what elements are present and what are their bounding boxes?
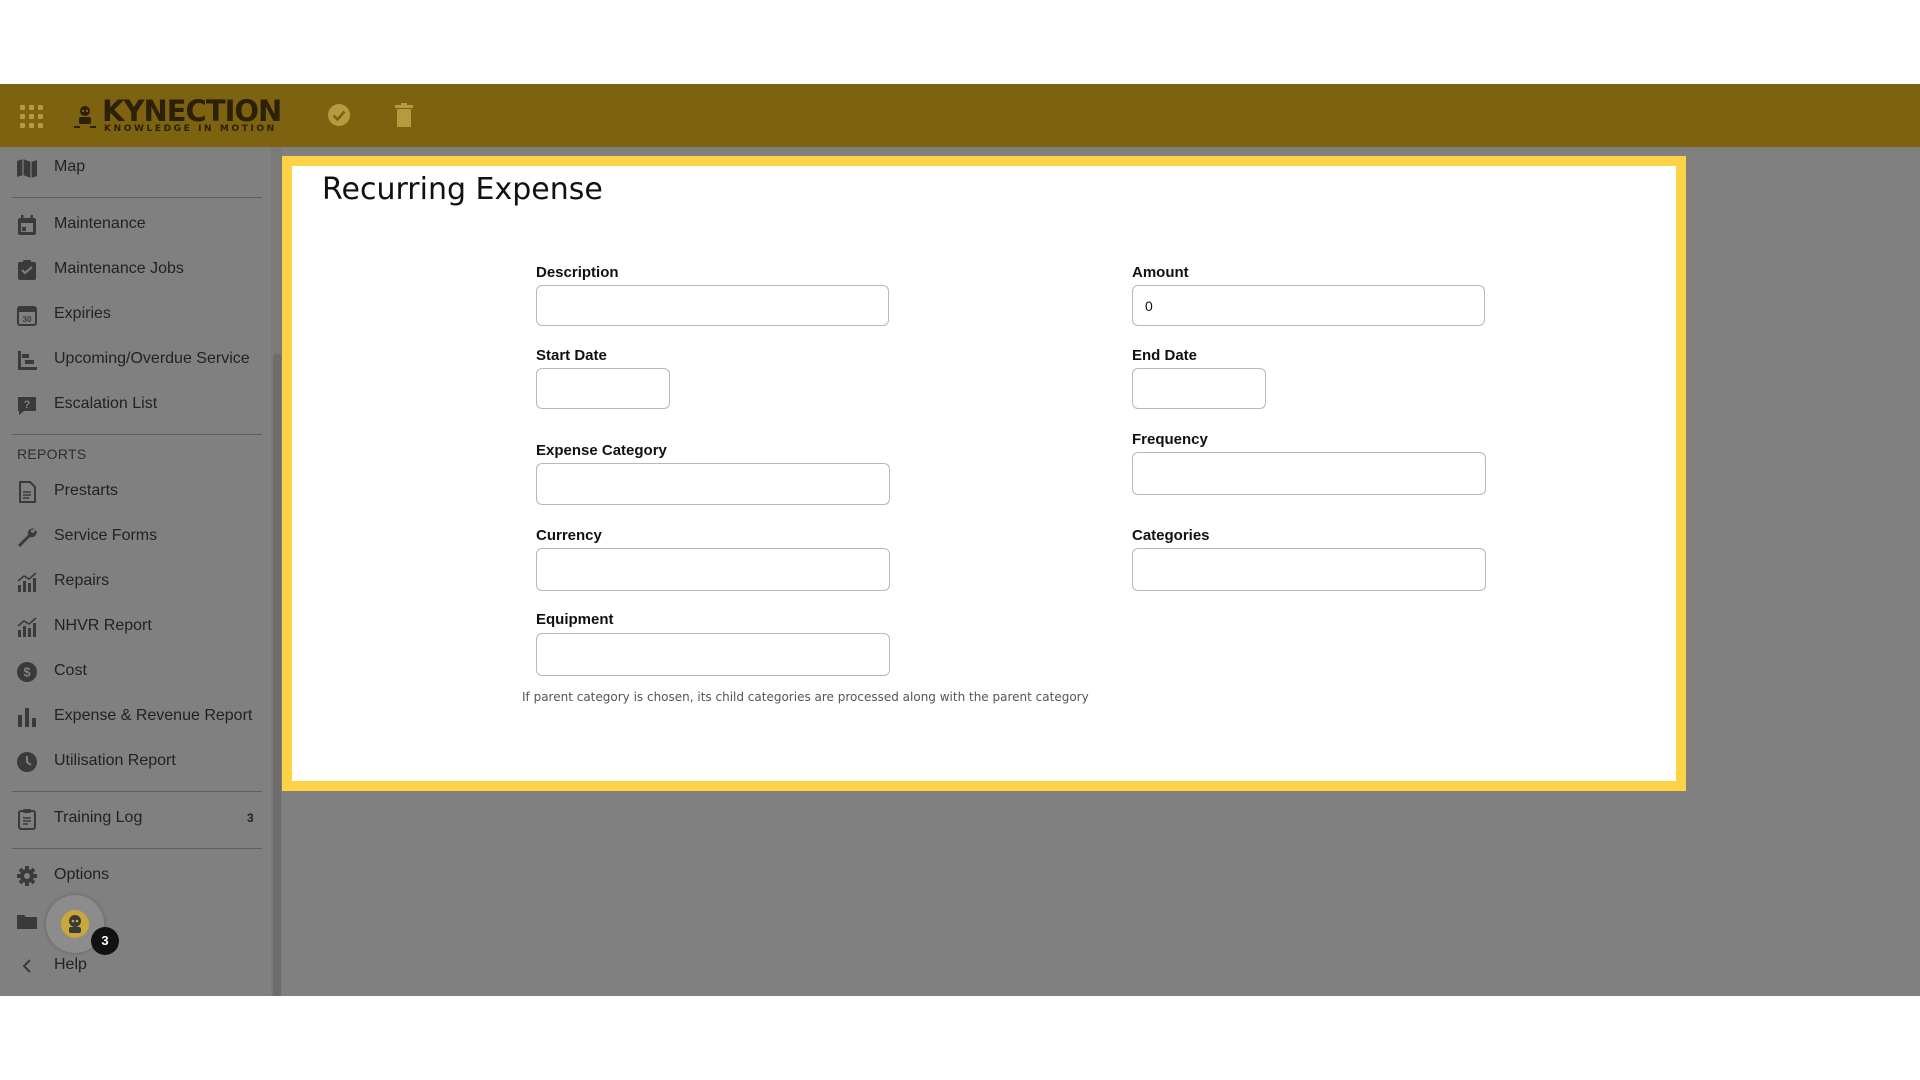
svg-text:30: 30 xyxy=(23,315,32,324)
document-icon xyxy=(19,481,36,503)
sidebar-item-upcoming-overdue[interactable]: Upcoming/Overdue Service xyxy=(0,339,262,379)
check-circle-icon[interactable] xyxy=(327,103,351,127)
apps-grid-icon[interactable] xyxy=(20,105,44,129)
equipment-input[interactable] xyxy=(536,633,890,676)
calendar-30-icon: 30 xyxy=(17,306,37,326)
sidebar-item-label: Utilisation Report xyxy=(54,752,176,769)
currency-label: Currency xyxy=(536,527,602,544)
sidebar-item-label: Training Log xyxy=(54,809,143,826)
sidebar-item-label: Maintenance Jobs xyxy=(54,260,184,277)
sidebar-item-prestarts[interactable]: Prestarts xyxy=(0,471,262,511)
svg-text:$: $ xyxy=(23,665,31,680)
currency-input[interactable] xyxy=(536,548,890,591)
app-window: KYNECTION KNOWLEDGE IN MOTION Map Mainte… xyxy=(0,84,1920,996)
sidebar-item-label: Upcoming/Overdue Service xyxy=(54,350,250,367)
robot-icon xyxy=(61,910,89,938)
divider xyxy=(12,791,262,792)
start-date-label: Start Date xyxy=(536,347,607,364)
start-date-input[interactable] xyxy=(536,368,670,409)
sidebar-item-files[interactable] xyxy=(0,900,262,940)
chart-icon xyxy=(17,617,37,637)
highlight-frame: Recurring Expense Description Amount Sta… xyxy=(282,156,1686,791)
sidebar-item-options[interactable]: Options xyxy=(0,855,262,895)
brand-logo[interactable]: KYNECTION KNOWLEDGE IN MOTION xyxy=(68,94,282,136)
chevron-left-icon xyxy=(22,959,31,973)
amount-input[interactable] xyxy=(1132,285,1485,326)
equipment-label: Equipment xyxy=(536,611,614,628)
categories-input[interactable] xyxy=(1132,548,1486,591)
sidebar-item-label: Expense & Revenue Report xyxy=(54,707,253,724)
sidebar-item-label: Help xyxy=(54,956,87,973)
sidebar-item-utilisation-report[interactable]: Utilisation Report xyxy=(0,741,262,781)
map-icon xyxy=(17,159,37,178)
bar-chart-icon xyxy=(18,708,36,727)
notification-badge: 3 xyxy=(91,927,119,955)
reports-section-label: REPORTS xyxy=(17,446,87,462)
sidebar-item-cost[interactable]: $ Cost xyxy=(0,651,262,691)
divider xyxy=(12,197,262,198)
end-date-label: End Date xyxy=(1132,347,1198,364)
sidebar-item-label: Map xyxy=(54,158,86,175)
expense-category-input[interactable] xyxy=(536,463,890,505)
brand-tagline: KNOWLEDGE IN MOTION xyxy=(104,124,277,134)
calendar-icon xyxy=(18,215,36,235)
sidebar-scrollbar-thumb[interactable] xyxy=(273,354,281,996)
gear-icon xyxy=(17,866,37,886)
sidebar-item-service-forms[interactable]: Service Forms xyxy=(0,516,262,556)
description-input[interactable] xyxy=(536,285,889,326)
frequency-label: Frequency xyxy=(1132,431,1208,448)
sidebar-item-label: Cost xyxy=(54,662,87,679)
sidebar-item-training-log[interactable]: Training Log 3 xyxy=(0,798,262,838)
sidebar-item-label: Service Forms xyxy=(54,527,158,544)
end-date-input[interactable] xyxy=(1132,368,1266,409)
sidebar-item-nhvr-report[interactable]: NHVR Report xyxy=(0,606,262,646)
trash-icon[interactable] xyxy=(394,103,414,127)
sidebar-item-label: Maintenance xyxy=(54,215,146,232)
sidebar-item-escalation-list[interactable]: ? Escalation List xyxy=(0,384,262,424)
folder-icon xyxy=(17,915,37,929)
timeline-icon xyxy=(18,351,37,370)
frequency-input[interactable] xyxy=(1132,452,1486,495)
clock-icon xyxy=(17,752,37,772)
description-label: Description xyxy=(536,264,619,281)
chart-icon xyxy=(17,572,37,592)
amount-label: Amount xyxy=(1132,264,1189,281)
wrench-icon xyxy=(18,528,37,547)
divider xyxy=(12,848,262,849)
sidebar-collapse-help[interactable]: Help xyxy=(0,945,262,985)
sidebar-item-maintenance-jobs[interactable]: Maintenance Jobs xyxy=(0,249,262,289)
sidebar-item-expiries[interactable]: 30 Expiries xyxy=(0,294,262,334)
sidebar-item-maintenance[interactable]: Maintenance xyxy=(0,204,262,244)
brand-name: KYNECTION xyxy=(102,94,282,128)
expense-category-label: Expense Category xyxy=(536,442,667,459)
sidebar-item-map[interactable]: Map xyxy=(0,147,262,187)
recurring-expense-form: Recurring Expense Description Amount Sta… xyxy=(292,166,1676,781)
categories-label: Categories xyxy=(1132,527,1210,544)
training-log-count: 3 xyxy=(247,811,254,825)
sidebar-item-label: Options xyxy=(54,866,110,883)
clipboard-check-icon xyxy=(18,260,36,280)
sidebar-item-label: Expiries xyxy=(54,305,111,322)
sidebar-item-expense-revenue-report[interactable]: Expense & Revenue Report xyxy=(0,696,262,736)
clipboard-list-icon xyxy=(18,809,36,830)
page-title: Recurring Expense xyxy=(322,172,603,207)
categories-hint: If parent category is chosen, its child … xyxy=(522,690,1089,704)
sidebar-item-label: NHVR Report xyxy=(54,617,152,634)
sidebar-item-repairs[interactable]: Repairs xyxy=(0,561,262,601)
dollar-icon: $ xyxy=(17,662,37,682)
divider xyxy=(12,434,262,435)
sidebar-item-label: Repairs xyxy=(54,572,110,589)
sidebar-item-label: Escalation List xyxy=(54,395,158,412)
top-bar: KYNECTION KNOWLEDGE IN MOTION xyxy=(0,84,1920,147)
sidebar: Map Maintenance Maintenance Jobs 30 Expi… xyxy=(0,147,270,996)
sidebar-item-label: Prestarts xyxy=(54,482,119,499)
question-box-icon: ? xyxy=(18,397,36,415)
svg-text:?: ? xyxy=(24,399,31,411)
